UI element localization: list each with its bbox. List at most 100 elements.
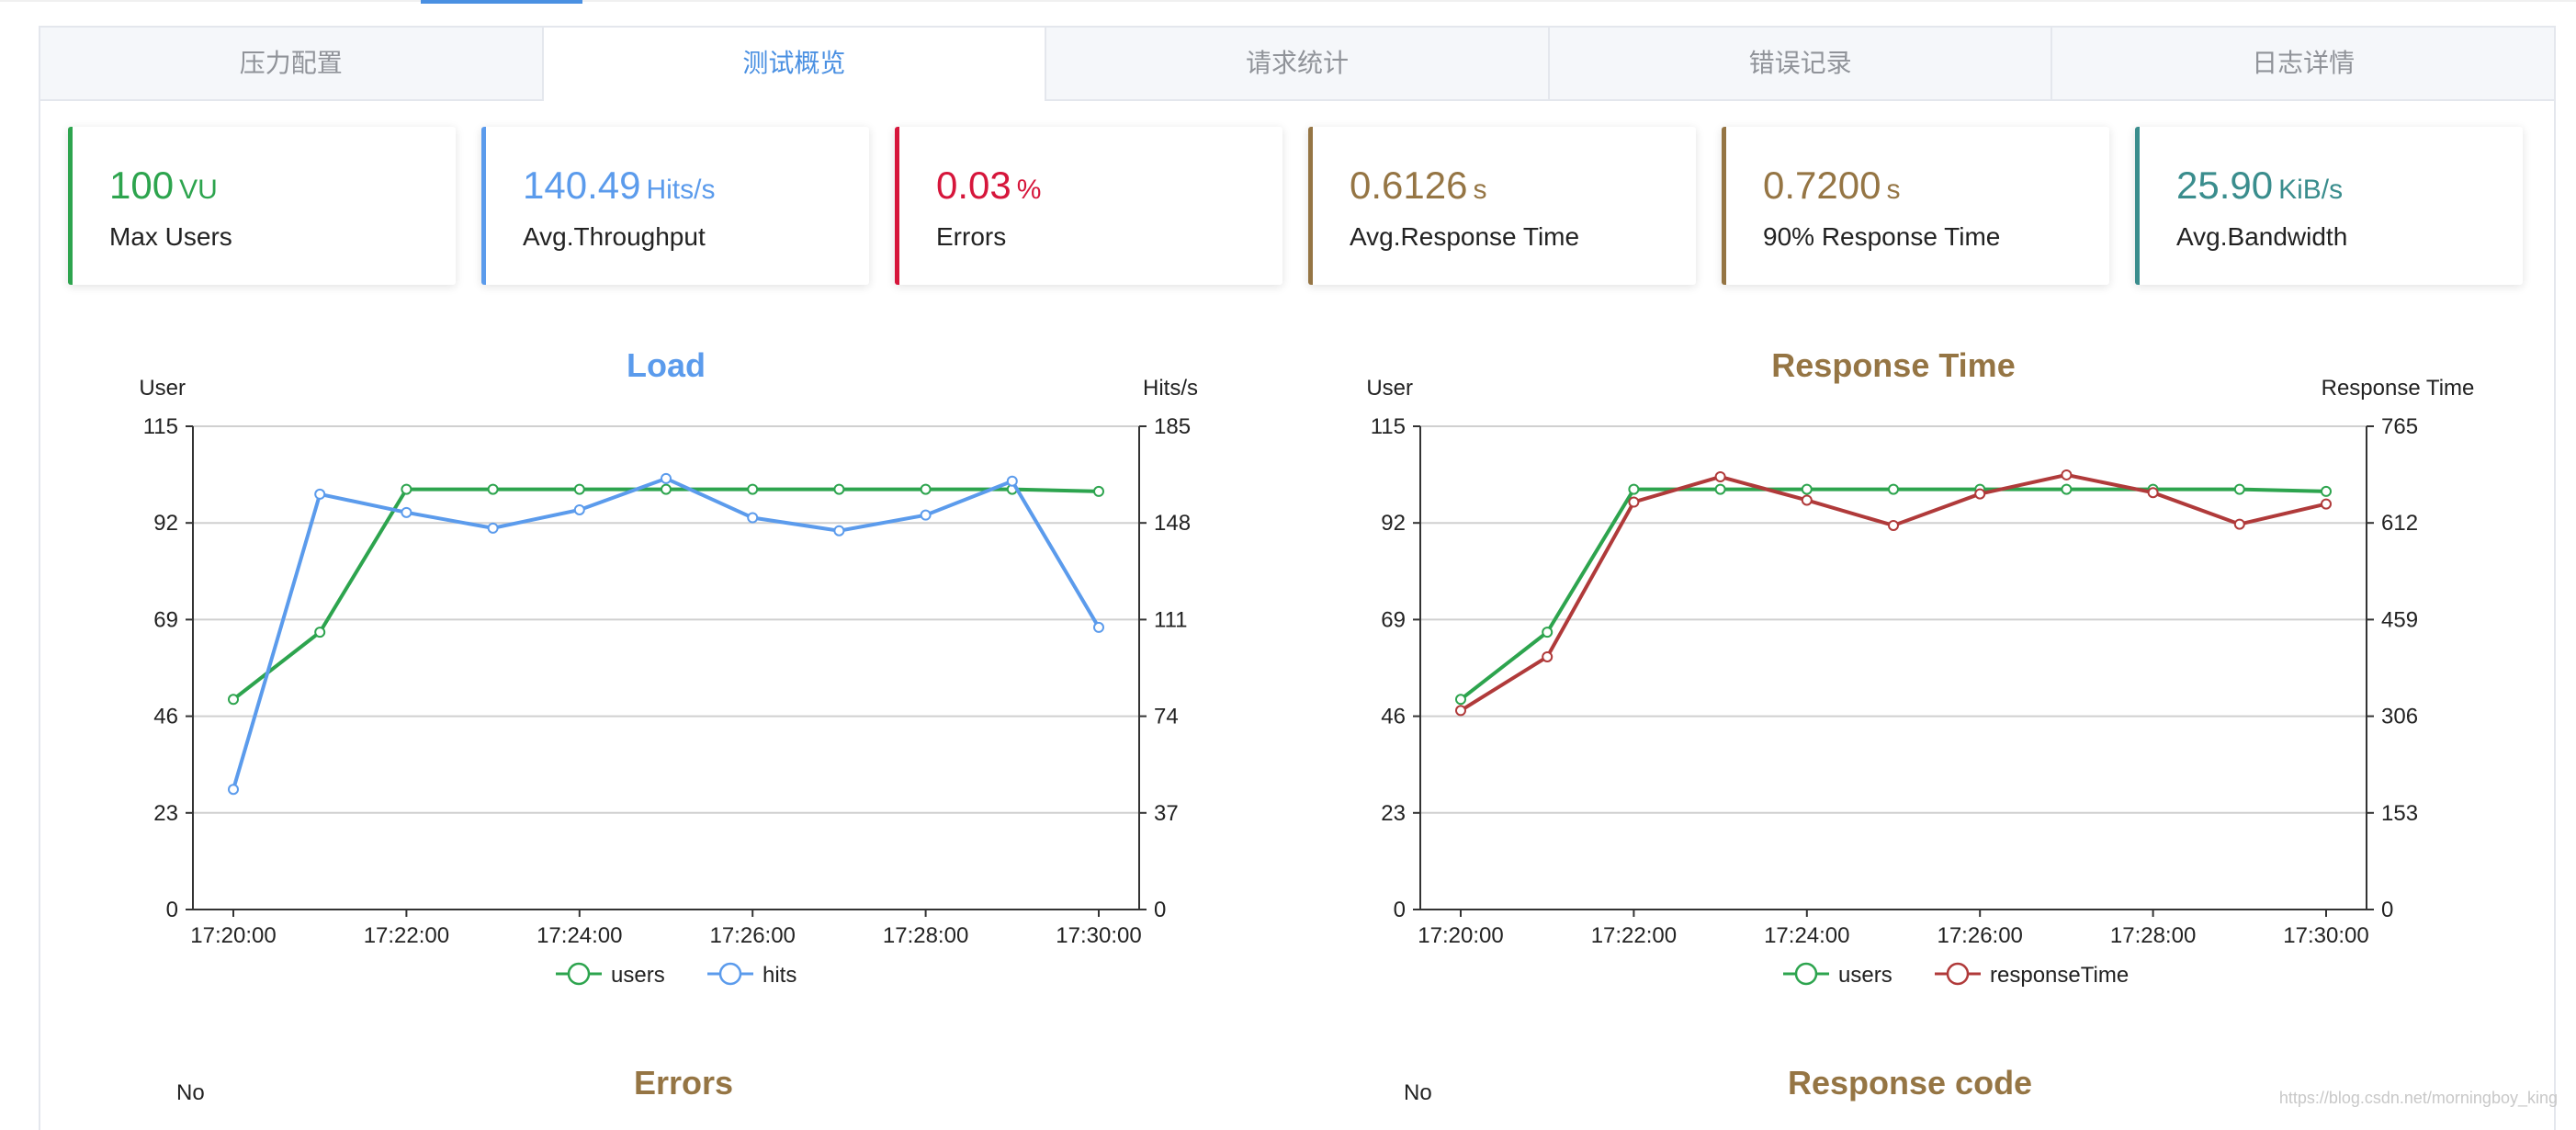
y-left-tick-label: 46 — [153, 705, 178, 729]
tab-bar: 压力配置 测试概览 请求统计 错误记录 日志详情 — [40, 28, 2554, 101]
data-point-responseTime — [1801, 494, 1813, 506]
legend-marker — [567, 962, 591, 986]
data-point-users — [487, 483, 499, 495]
y-right-tick-label: 74 — [1154, 705, 1179, 729]
chart-title: Load — [627, 346, 706, 384]
x-tick-label: 17:28:00 — [2110, 923, 2196, 948]
x-tick-label: 17:22:00 — [1591, 923, 1677, 948]
y-right-tick-label: 459 — [2381, 607, 2418, 632]
y-left-axis-label: User — [1366, 376, 1413, 401]
tab-log-details[interactable]: 日志详情 — [2052, 28, 2554, 99]
legend-marker — [1946, 962, 1970, 986]
card-unit: % — [1016, 175, 1042, 205]
x-tick-label: 17:28:00 — [883, 923, 968, 948]
data-point-responseTime — [2061, 469, 2073, 480]
y-right-tick-label: 148 — [1154, 511, 1191, 536]
legend-marker — [718, 962, 742, 986]
y-left-tick-label: 92 — [153, 511, 178, 536]
card-value-line: 140.49 Hits/s — [523, 164, 715, 208]
series-line-hits — [232, 476, 1101, 790]
card-unit: s — [1886, 175, 1901, 205]
x-tick-label: 17:22:00 — [364, 923, 449, 948]
card-label: Avg.Throughput — [523, 222, 706, 251]
y-left-tick-label: 92 — [1381, 511, 1406, 536]
legend-label-responseTime: responseTime — [1990, 963, 2129, 988]
series-line-responseTime — [1459, 472, 2327, 713]
data-point-hits — [401, 506, 412, 518]
card-label: Errors — [936, 222, 1007, 251]
card-errors: 0.03% Errors — [895, 127, 1282, 285]
data-point-users — [1093, 485, 1104, 497]
data-point-responseTime — [1455, 705, 1466, 717]
y-left-tick-label: 69 — [153, 607, 178, 632]
data-point-responseTime — [2321, 498, 2332, 510]
y-right-tick-label: 37 — [1154, 801, 1179, 826]
data-point-users — [1888, 483, 1899, 495]
card-value: 0.03 — [936, 164, 1011, 207]
response-code-chart-ylabel: No — [1404, 1080, 1432, 1105]
x-tick-label: 17:26:00 — [1937, 923, 2022, 948]
x-tick-label: 17:30:00 — [1056, 923, 1141, 948]
response-code-chart-title: Response code — [1788, 1064, 2033, 1102]
data-point-users — [1714, 483, 1726, 495]
card-avg-throughput: 140.49 Hits/s Avg.Throughput — [481, 127, 869, 285]
data-point-users — [661, 483, 672, 495]
top-divider — [0, 0, 2576, 2]
data-point-responseTime — [1542, 650, 1554, 662]
card-label: Max Users — [109, 222, 232, 251]
card-value-line: 25.90 KiB/s — [2176, 164, 2343, 208]
tab-pressure-config[interactable]: 压力配置 — [40, 28, 544, 99]
card-value: 0.7200 — [1763, 164, 1881, 207]
card-label: Avg.Bandwidth — [2176, 222, 2348, 251]
tab-error-records[interactable]: 错误记录 — [1550, 28, 2053, 99]
legend-marker — [1794, 962, 1818, 986]
data-point-hits — [314, 488, 326, 500]
data-point-users — [2061, 483, 2073, 495]
watermark: https://blog.csdn.net/morningboy_king — [2278, 1089, 2558, 1107]
y-right-tick-label: 153 — [2381, 801, 2418, 826]
data-point-users — [401, 483, 412, 495]
data-point-hits — [228, 784, 239, 796]
card-unit: VU — [179, 175, 218, 205]
data-point-users — [573, 483, 585, 495]
legend-label-users: users — [611, 963, 665, 988]
tab-request-stats[interactable]: 请求统计 — [1046, 28, 1550, 99]
chart-title: Response Time — [1771, 346, 2015, 384]
y-left-tick-label: 0 — [166, 898, 178, 922]
card-label: 90% Response Time — [1763, 222, 2001, 251]
errors-chart-title: Errors — [634, 1064, 734, 1102]
y-right-tick-label: 111 — [1154, 607, 1187, 632]
card-max-users: 100 VU Max Users — [68, 127, 456, 285]
data-point-users — [314, 627, 326, 638]
errors-chart-ylabel: No — [176, 1080, 205, 1105]
y-left-tick-label: 115 — [143, 414, 178, 439]
data-point-users — [1628, 483, 1640, 495]
tab-test-overview[interactable]: 测试概览 — [543, 28, 1047, 101]
data-point-users — [1455, 694, 1466, 706]
active-nav-indicator — [421, 0, 582, 4]
load-chart: Load User Hits/s 0 23 46 69 92 115 0 37 74 111 148 185… — [139, 346, 1198, 988]
y-right-tick-label: 612 — [2381, 511, 2418, 536]
data-point-users — [920, 483, 932, 495]
legend-label-hits: hits — [763, 963, 797, 988]
card-unit: s — [1473, 175, 1487, 205]
data-point-users — [833, 483, 845, 495]
y-right-axis-label: Response Time — [2322, 376, 2475, 401]
x-tick-label: 17:20:00 — [1418, 923, 1503, 948]
card-label: Avg.Response Time — [1350, 222, 1580, 251]
data-point-hits — [487, 522, 499, 534]
data-point-hits — [661, 472, 672, 484]
card-avg-bandwidth: 25.90 KiB/s Avg.Bandwidth — [2135, 127, 2523, 285]
data-point-users — [228, 694, 239, 706]
y-right-tick-label: 0 — [2381, 898, 2393, 922]
legend-label-users: users — [1838, 963, 1892, 988]
y-left-tick-label: 0 — [1394, 898, 1406, 922]
data-point-hits — [747, 512, 759, 524]
summary-cards: 100 VU Max Users 140.49 Hits/s Avg.Through… — [68, 127, 2523, 285]
response-time-chart: Response Time User Response Time 0 23 46 69 92 1… — [1366, 346, 2475, 988]
data-point-responseTime — [1974, 488, 1986, 500]
x-tick-label: 17:26:00 — [709, 923, 795, 948]
data-point-responseTime — [1628, 496, 1640, 508]
x-tick-label: 17:20:00 — [190, 923, 276, 948]
data-point-hits — [920, 509, 932, 521]
